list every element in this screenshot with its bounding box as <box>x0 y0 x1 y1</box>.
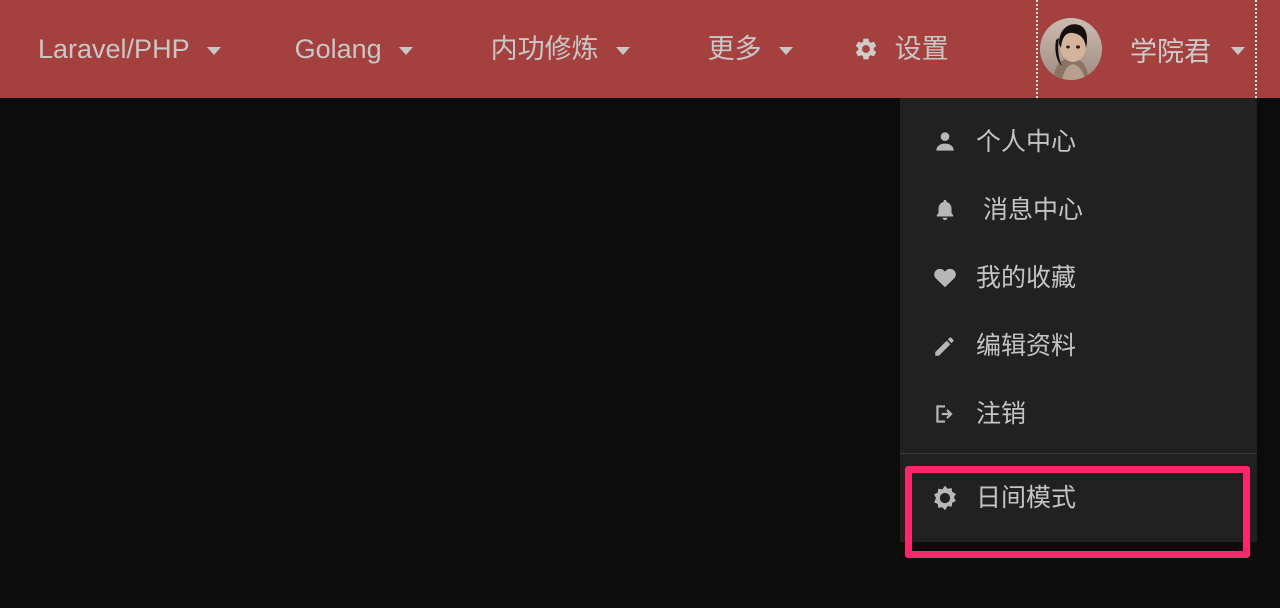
menu-item-personal-center[interactable]: 个人中心 <box>900 108 1257 176</box>
chevron-down-icon <box>778 47 793 55</box>
top-navbar: Laravel/PHP Golang 内功修炼 更多 设置 学院君 <box>0 0 1280 98</box>
nav-item-label: 更多 <box>707 33 762 64</box>
chevron-down-icon <box>1231 47 1245 55</box>
menu-item-label: 注销 <box>976 399 1027 428</box>
menu-item-edit-profile[interactable]: 编辑资料 <box>900 312 1257 380</box>
menu-item-label: 编辑资料 <box>976 331 1077 360</box>
nav-item-golang[interactable]: Golang <box>295 0 413 98</box>
chevron-down-icon <box>615 47 630 55</box>
menu-item-label: 日间模式 <box>976 483 1077 512</box>
nav-item-label: 内功修炼 <box>490 33 599 64</box>
pencil-icon <box>930 331 960 361</box>
menu-item-my-favorites[interactable]: 我的收藏 <box>900 244 1257 312</box>
menu-item-label: 消息中心 <box>976 195 1083 224</box>
avatar <box>1040 18 1102 80</box>
nav-item-laravel-php[interactable]: Laravel/PHP <box>38 0 221 98</box>
nav-item-more[interactable]: 更多 <box>708 0 793 98</box>
nav-item-neigong-xiulian[interactable]: 内功修炼 <box>491 0 630 98</box>
logout-icon <box>930 399 960 429</box>
menu-item-message-center[interactable]: 消息中心 <box>900 176 1257 244</box>
bell-icon <box>930 195 960 225</box>
brightness-icon <box>930 483 960 513</box>
gear-icon <box>853 36 879 62</box>
nav-item-label: Golang <box>294 33 382 64</box>
user-menu-trigger[interactable]: 学院君 <box>1036 0 1257 98</box>
chevron-down-icon <box>398 47 413 55</box>
menu-item-label: 我的收藏 <box>976 263 1077 292</box>
nav-item-label: Laravel/PHP <box>38 33 190 64</box>
menu-item-label: 个人中心 <box>976 127 1077 156</box>
menu-item-day-mode[interactable]: 日间模式 <box>900 454 1257 542</box>
menu-item-logout[interactable]: 注销 <box>900 380 1257 448</box>
chevron-down-icon <box>206 47 221 55</box>
nav-item-label: 设置 <box>894 33 949 64</box>
nav-item-settings[interactable]: 设置 <box>853 0 949 98</box>
heart-icon <box>930 263 960 293</box>
person-icon <box>930 127 960 157</box>
user-dropdown-menu: 个人中心 消息中心 我的收藏 编辑资料 注销 日间模式 <box>900 98 1257 558</box>
user-name-label: 学院君 <box>1130 36 1211 67</box>
